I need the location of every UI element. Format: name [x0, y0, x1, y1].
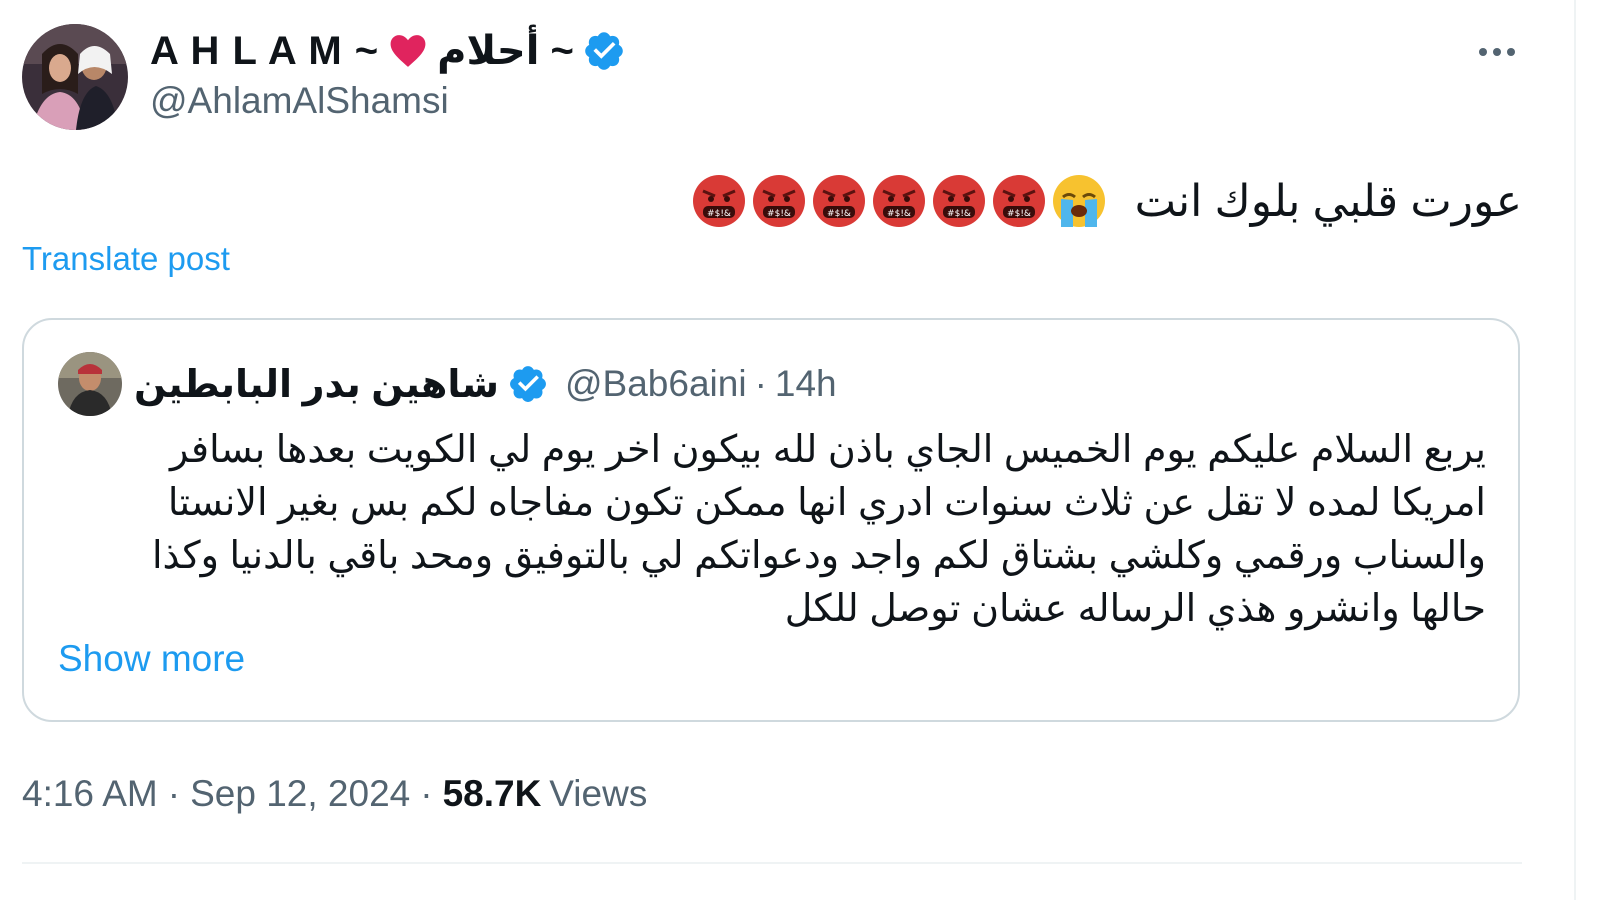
svg-text:#$!&: #$!&	[707, 209, 731, 219]
quoted-separator: ·	[754, 363, 767, 404]
quoted-text-line: امريكا لمده لا تقل عن ثلاث سنوات ادري ان…	[167, 482, 1486, 524]
svg-text:#$!&: #$!&	[827, 209, 851, 219]
quoted-author-handle[interactable]: @Bab6aini	[565, 363, 747, 405]
loudly-crying-face-emoji	[1052, 175, 1105, 227]
show-more-link[interactable]: Show more	[58, 638, 245, 680]
tweet-text-content: عورت قلبي بلوك انت	[1134, 176, 1522, 226]
meta-separator: ·	[167, 773, 181, 814]
meta-separator: ·	[420, 773, 433, 814]
quoted-text-line: والسناب ورقمي وكلشي بشتاق لكم واجد ودعوا…	[151, 535, 1486, 577]
tweet-meta: 4:16 AM · Sep 12, 2024 · 58.7K Views	[22, 768, 647, 820]
translate-post-link[interactable]: Translate post	[22, 240, 230, 278]
quoted-author-name[interactable]: شاهين بدر البابطين	[134, 362, 499, 407]
verified-badge-icon	[585, 32, 623, 70]
svg-text:#$!&: #$!&	[887, 209, 911, 219]
svg-text:#$!&: #$!&	[1007, 209, 1031, 219]
author-avatar-image	[22, 24, 128, 130]
tweet-text: عورت قلبي بلوك انت #$!& #$!& #$!& #$!& #…	[691, 168, 1522, 234]
quoted-text-line: حالها وانشرو هذي الرساله عشان توصل للكل	[784, 588, 1486, 630]
face-with-symbols-on-mouth-emoji: #$!&	[872, 175, 925, 227]
quoted-header: شاهين بدر البابطين @Bab6aini · 14h	[134, 352, 837, 416]
face-with-symbols-on-mouth-emoji: #$!&	[692, 175, 745, 227]
quoted-tweet-text: يربع السلام عليكم يوم الخميس الجاي باذن …	[106, 424, 1486, 636]
author-handle[interactable]: @AhlamAlShamsi	[150, 80, 449, 122]
divider	[22, 862, 1522, 864]
quoted-text-line: يربع السلام عليكم يوم الخميس الجاي باذن …	[169, 429, 1486, 471]
author-display-name-arabic[interactable]: ~ أحلام	[437, 28, 574, 74]
tweet-time[interactable]: 4:16 AM	[22, 773, 158, 815]
face-with-symbols-on-mouth-emoji: #$!&	[992, 175, 1045, 227]
author-name-row[interactable]: A H L A M ~ ~ أحلام	[150, 24, 626, 78]
author-avatar[interactable]	[22, 24, 128, 130]
svg-text:#$!&: #$!&	[947, 209, 971, 219]
more-options-button[interactable]	[1470, 30, 1524, 74]
svg-text:#$!&: #$!&	[767, 209, 791, 219]
column-border	[1574, 0, 1576, 900]
views-count[interactable]: 58.7K	[443, 773, 542, 815]
face-with-symbols-on-mouth-emoji: #$!&	[932, 175, 985, 227]
quoted-author-avatar-image	[58, 352, 122, 416]
face-with-symbols-on-mouth-emoji: #$!&	[812, 175, 865, 227]
author-display-name-latin[interactable]: A H L A M ~	[150, 29, 379, 74]
tweet-emojis: #$!& #$!& #$!& #$!& #$!& #$!&	[691, 173, 1107, 229]
red-heart-icon	[390, 35, 426, 67]
tweet-date[interactable]: Sep 12, 2024	[190, 773, 410, 815]
face-with-symbols-on-mouth-emoji: #$!&	[752, 175, 805, 227]
quoted-author-avatar[interactable]	[58, 352, 122, 416]
more-horizontal-icon	[1479, 48, 1515, 56]
quoted-timestamp[interactable]: 14h	[775, 363, 837, 405]
tweet-detail-view: A H L A M ~ ~ أحلام @AhlamAlShamsi عورت …	[0, 0, 1600, 900]
quoted-tweet-card[interactable]: شاهين بدر البابطين @Bab6aini · 14h يربع …	[22, 318, 1520, 722]
views-label: Views	[549, 773, 648, 814]
verified-badge-icon	[510, 366, 546, 402]
